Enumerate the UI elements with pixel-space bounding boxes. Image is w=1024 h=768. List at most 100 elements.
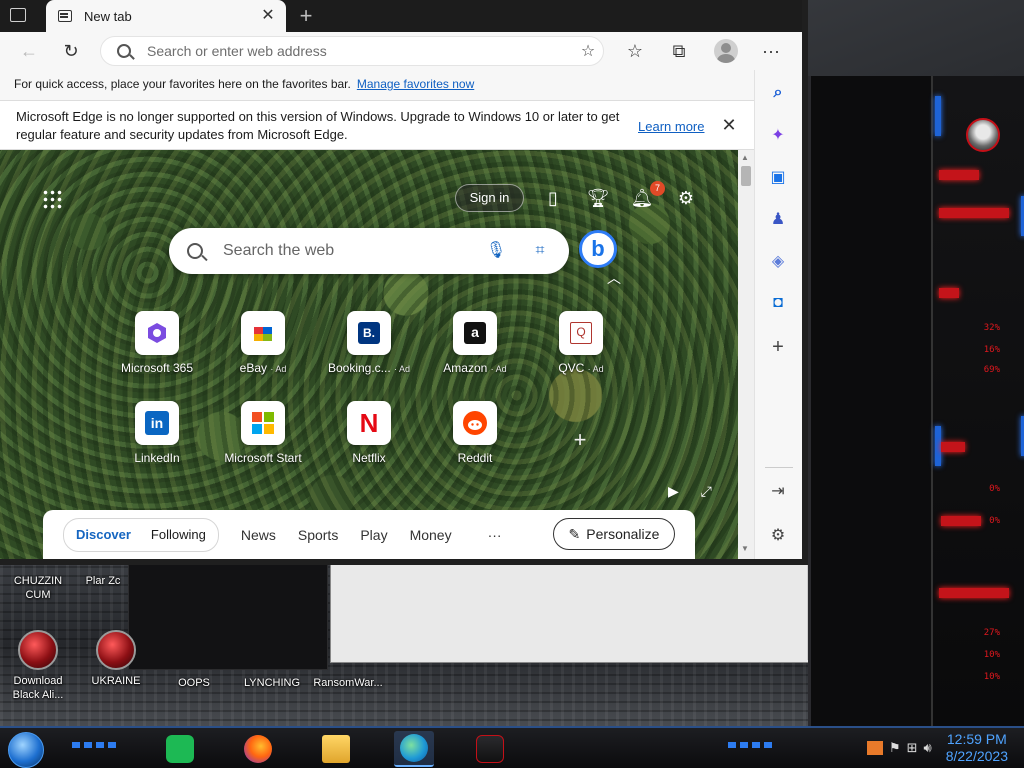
address-bar[interactable]: ☆ bbox=[100, 36, 604, 66]
app-launcher-icon[interactable] bbox=[42, 189, 62, 209]
desktop-icon[interactable]: Download Black Ali... bbox=[2, 630, 74, 702]
settings-icon[interactable]: ⚙ bbox=[765, 522, 791, 548]
collections-icon[interactable]: ⧉ bbox=[664, 36, 694, 66]
phone-icon[interactable]: ▯ bbox=[541, 186, 565, 210]
taskbar-app[interactable] bbox=[470, 731, 510, 767]
split-screen-icon[interactable]: ⇥ bbox=[765, 478, 791, 504]
more-options-icon[interactable]: ··· bbox=[756, 36, 786, 66]
desktop-icon[interactable]: Plar Zc bbox=[68, 574, 138, 588]
start-button[interactable] bbox=[8, 732, 44, 768]
favorites-icon[interactable]: ☆ bbox=[620, 36, 650, 66]
alienware-icon bbox=[476, 735, 504, 763]
page-scrollbar[interactable]: ▲ ▼ bbox=[738, 150, 754, 559]
tab-new-tab[interactable]: New tab ✕ bbox=[46, 0, 286, 32]
tile-label: Reddit bbox=[457, 451, 493, 465]
feed-navigation: Discover Following News Sports Play Mone… bbox=[43, 510, 695, 559]
network-icon[interactable]: ⊞ bbox=[907, 740, 918, 756]
desktop-icon[interactable]: RansomWar... bbox=[312, 676, 384, 690]
netflix-icon: N bbox=[347, 401, 391, 445]
add-site-icon[interactable]: + bbox=[568, 427, 592, 453]
ad-tag: · Ad bbox=[394, 364, 411, 374]
tile-ebay[interactable]: eBay · Ad bbox=[218, 311, 308, 375]
clock-time: 12:59 PM bbox=[946, 731, 1007, 747]
tile-qvc[interactable]: Q QVC · Ad bbox=[536, 311, 626, 375]
qvc-icon: Q bbox=[559, 311, 603, 355]
gauge-value: 69% bbox=[983, 365, 1000, 375]
learn-more-link[interactable]: Learn more bbox=[638, 119, 704, 134]
play-icon[interactable]: ▶ bbox=[668, 483, 679, 499]
feed-more-icon[interactable]: ··· bbox=[488, 527, 502, 543]
search-icon[interactable]: ⌕ bbox=[765, 80, 791, 106]
tile-amazon[interactable]: a Amazon · Ad bbox=[430, 311, 520, 375]
page-settings-icon[interactable]: ⚙ bbox=[674, 186, 698, 210]
desktop-icon[interactable]: LYNCHING bbox=[236, 676, 308, 690]
personalize-icon: ✎ bbox=[568, 525, 581, 542]
clock[interactable]: 12:59 PM 8/22/2023 bbox=[946, 731, 1008, 765]
chevron-up-icon[interactable]: ︿ bbox=[607, 268, 621, 288]
feed-tab-money[interactable]: Money bbox=[410, 527, 452, 543]
sign-in-button[interactable]: Sign in bbox=[455, 184, 524, 212]
visual-search-icon[interactable]: ⌗ bbox=[525, 236, 555, 266]
web-search-box[interactable]: 🎙︎ ⌗ bbox=[169, 228, 569, 274]
copilot-icon[interactable]: ✦ bbox=[765, 122, 791, 148]
ad-tag: · Ad bbox=[270, 364, 287, 374]
desktop-icon[interactable]: OOPS bbox=[158, 676, 230, 690]
desktop-icon[interactable]: CHUZZIN CUM bbox=[2, 574, 74, 602]
back-icon[interactable]: ← bbox=[14, 36, 44, 66]
tile-linkedin[interactable]: in LinkedIn bbox=[112, 401, 202, 465]
linkedin-icon: in bbox=[135, 401, 179, 445]
tile-microsoft-start[interactable]: Microsoft Start bbox=[218, 401, 308, 465]
close-tab-icon[interactable]: ✕ bbox=[258, 6, 278, 26]
tile-microsoft-365[interactable]: Microsoft 365 bbox=[112, 311, 202, 375]
feed-tab-news[interactable]: News bbox=[241, 527, 276, 543]
taskbar-app[interactable] bbox=[238, 731, 278, 767]
rewards-icon[interactable]: 🏆︎ bbox=[586, 186, 610, 210]
tray-app-icon[interactable] bbox=[866, 741, 883, 755]
scroll-down-icon[interactable]: ▼ bbox=[741, 544, 749, 553]
outlook-icon[interactable]: ◘ bbox=[765, 290, 791, 316]
bing-chat-icon[interactable]: b bbox=[579, 230, 617, 268]
tile-reddit[interactable]: Reddit bbox=[430, 401, 520, 465]
tile-label: Booking.c... bbox=[327, 361, 391, 375]
office-icon[interactable]: ◈ bbox=[765, 248, 791, 274]
desktop-icon-label: Plar Zc bbox=[85, 575, 121, 587]
gauge-value: 10% bbox=[983, 672, 1000, 682]
alienware-gadget-panel: 32% 16% 69% 0% 0% 27% 10% 10% bbox=[808, 76, 1024, 726]
profile-avatar-icon[interactable] bbox=[714, 39, 738, 63]
action-center-flag-icon[interactable]: ⚑ bbox=[889, 740, 901, 756]
tab-discover[interactable]: Discover bbox=[76, 527, 131, 542]
desktop-icon[interactable]: UKRAINE bbox=[80, 630, 152, 688]
gadget-bar bbox=[939, 208, 1009, 218]
taskbar-decoration bbox=[728, 742, 772, 748]
add-favorite-icon[interactable]: ☆ bbox=[573, 41, 603, 61]
microphone-icon[interactable]: 🎙︎ bbox=[481, 236, 511, 266]
refresh-icon[interactable]: ↻ bbox=[56, 36, 86, 66]
volume-icon[interactable]: 🔊︎ bbox=[924, 740, 932, 756]
alienware-app-icon bbox=[96, 630, 136, 670]
people-icon[interactable]: ♟ bbox=[765, 206, 791, 232]
tile-netflix[interactable]: N Netflix bbox=[324, 401, 414, 465]
personalize-button[interactable]: ✎ Personalize bbox=[553, 518, 675, 550]
scroll-up-icon[interactable]: ▲ bbox=[741, 153, 749, 162]
taskbar-app[interactable] bbox=[394, 731, 434, 767]
tile-booking[interactable]: B. Booking.c... · Ad bbox=[324, 311, 414, 375]
alienware-logo-icon bbox=[966, 118, 1000, 152]
tab-actions-icon[interactable] bbox=[10, 8, 26, 22]
close-infobar-icon[interactable]: ✕ bbox=[718, 115, 740, 136]
firefox-icon bbox=[244, 735, 272, 763]
manage-favorites-link[interactable]: Manage favorites now bbox=[357, 77, 474, 91]
address-input[interactable] bbox=[147, 43, 573, 59]
web-search-input[interactable] bbox=[223, 242, 481, 260]
feed-tab-sports[interactable]: Sports bbox=[298, 527, 338, 543]
new-tab-button[interactable]: + bbox=[294, 4, 318, 28]
scroll-thumb[interactable] bbox=[741, 166, 751, 186]
tab-following[interactable]: Following bbox=[151, 527, 206, 542]
taskbar-app[interactable] bbox=[316, 731, 356, 767]
taskbar-app[interactable] bbox=[160, 731, 200, 767]
feed-tab-play[interactable]: Play bbox=[360, 527, 387, 543]
gadget-bar bbox=[939, 588, 1009, 598]
tools-icon[interactable]: ▣ bbox=[765, 164, 791, 190]
add-icon[interactable]: + bbox=[765, 334, 791, 360]
fullscreen-icon[interactable]: ⤢ bbox=[701, 483, 712, 499]
ebay-icon bbox=[241, 311, 285, 355]
